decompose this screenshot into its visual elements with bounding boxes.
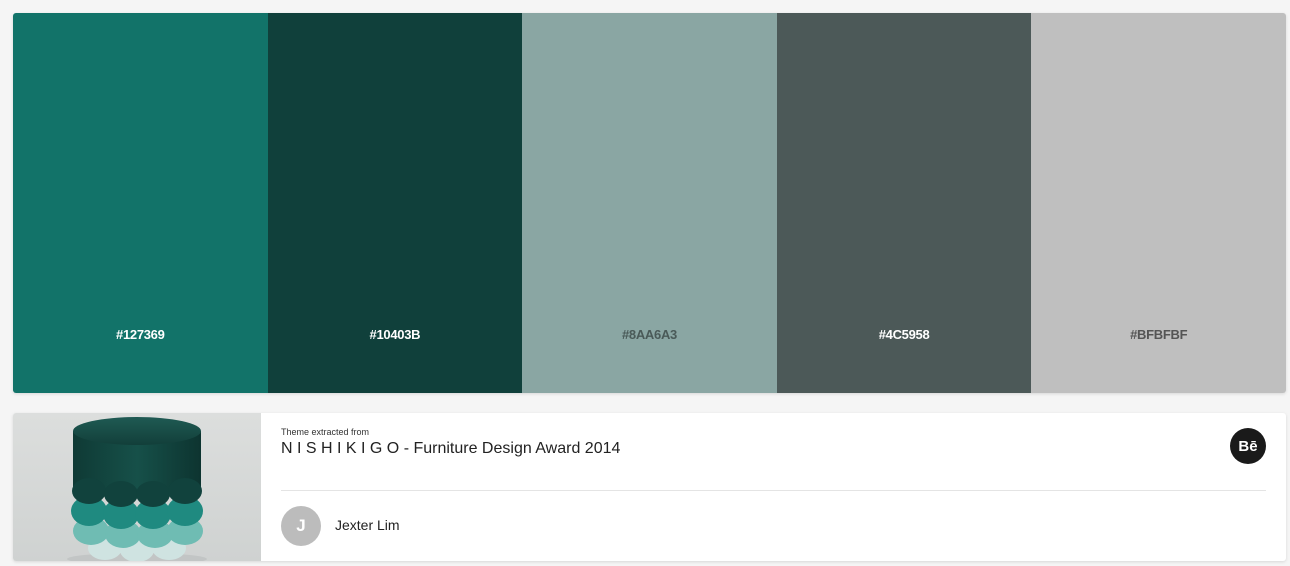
swatch-5[interactable]: #BFBFBF [1031, 13, 1286, 393]
color-theme-page: #127369 #10403B #8AA6A3 #4C5958 #BFBFBF [0, 0, 1290, 566]
author-name[interactable]: Jexter Lim [335, 517, 400, 533]
swatch-4[interactable]: #4C5958 [776, 13, 1032, 393]
theme-extracted-label: Theme extracted from [281, 427, 370, 437]
swatch-hex-label: #BFBFBF [1130, 327, 1188, 342]
swatch-hex-label: #127369 [116, 327, 165, 342]
behance-icon[interactable]: Bē [1230, 428, 1266, 464]
project-title-link[interactable]: N I S H I K I G O - Furniture Design Awa… [281, 440, 620, 458]
swatch-3[interactable]: #8AA6A3 [522, 13, 777, 393]
project-info: Theme extracted from N I S H I K I G O -… [281, 413, 1266, 561]
color-palette: #127369 #10403B #8AA6A3 #4C5958 #BFBFBF [13, 13, 1286, 393]
project-thumbnail[interactable] [13, 413, 261, 561]
author-avatar[interactable]: J [281, 506, 321, 546]
swatch-hex-label: #4C5958 [878, 327, 930, 342]
stool-scales-image [67, 417, 207, 561]
divider [281, 490, 1266, 491]
swatch-hex-label: #8AA6A3 [621, 327, 677, 342]
source-project-card: Theme extracted from N I S H I K I G O -… [13, 413, 1286, 561]
swatch-hex-label: #10403B [369, 327, 421, 342]
swatch-1[interactable]: #127369 [13, 13, 268, 393]
swatch-2[interactable]: #10403B [267, 13, 523, 393]
